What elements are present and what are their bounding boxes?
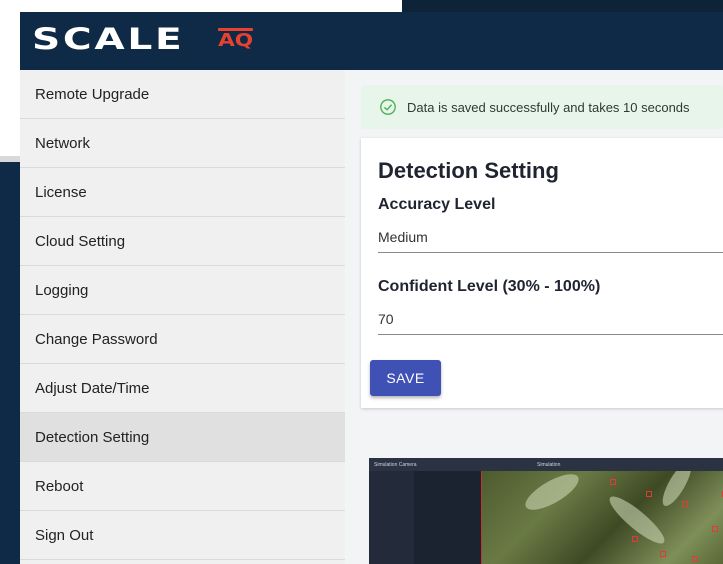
alert-message: Data is saved successfully and takes 10 … bbox=[407, 99, 690, 115]
sidebar-item-change-password[interactable]: Change Password bbox=[20, 315, 345, 364]
camera-title: Simulation Camera bbox=[374, 462, 417, 468]
sidebar-item-network[interactable]: Network bbox=[20, 119, 345, 168]
accuracy-level-field[interactable] bbox=[378, 222, 723, 253]
sidebar-item-sign-out[interactable]: Sign Out bbox=[20, 511, 345, 560]
background-window-edge bbox=[0, 0, 402, 12]
logo-sub-text: AQ bbox=[217, 28, 254, 51]
success-alert: Data is saved successfully and takes 10 … bbox=[361, 85, 723, 129]
scaleaq-logo: SCALE AQ bbox=[32, 22, 254, 56]
main-content: Data is saved successfully and takes 10 … bbox=[345, 70, 723, 564]
confident-level-label: Confident Level (30% - 100%) bbox=[378, 278, 601, 295]
check-circle-icon bbox=[380, 99, 396, 115]
app-header: SCALE AQ bbox=[20, 12, 723, 70]
app-window: SCALE AQ Remote Upgrade Network License … bbox=[20, 12, 723, 564]
sidebar-item-license[interactable]: License bbox=[20, 168, 345, 217]
camera-side-panel bbox=[369, 471, 414, 564]
detection-box bbox=[682, 501, 688, 507]
camera-video-feed bbox=[481, 471, 723, 564]
background-window-dark bbox=[402, 0, 723, 12]
detection-setting-card: Detection Setting Accuracy Level Confide… bbox=[361, 138, 723, 408]
detection-box bbox=[610, 479, 616, 485]
sidebar-item-remote-upgrade[interactable]: Remote Upgrade bbox=[20, 70, 345, 119]
camera-tab[interactable]: Simulation bbox=[537, 462, 560, 468]
background-window-left bbox=[0, 12, 20, 160]
detection-box bbox=[712, 526, 718, 532]
camera-toolbar: Simulation Camera Simulation bbox=[369, 458, 723, 471]
detection-box bbox=[646, 491, 652, 497]
sidebar: Remote Upgrade Network License Cloud Set… bbox=[20, 70, 345, 564]
sidebar-item-reboot[interactable]: Reboot bbox=[20, 462, 345, 511]
detection-box bbox=[632, 536, 638, 542]
save-button[interactable]: SAVE bbox=[370, 360, 441, 396]
detection-box bbox=[692, 556, 698, 562]
page-title: Detection Setting bbox=[378, 158, 559, 183]
simulation-camera-preview: Simulation Camera Simulation bbox=[369, 458, 723, 564]
sidebar-item-logging[interactable]: Logging bbox=[20, 266, 345, 315]
detection-box bbox=[660, 551, 666, 557]
accuracy-level-label: Accuracy Level bbox=[378, 196, 496, 213]
logo-main-text: SCALE bbox=[32, 22, 185, 56]
sidebar-item-detection-setting[interactable]: Detection Setting bbox=[20, 413, 345, 462]
sidebar-item-cloud-setting[interactable]: Cloud Setting bbox=[20, 217, 345, 266]
confident-level-field[interactable] bbox=[378, 304, 723, 335]
sidebar-item-adjust-date-time[interactable]: Adjust Date/Time bbox=[20, 364, 345, 413]
